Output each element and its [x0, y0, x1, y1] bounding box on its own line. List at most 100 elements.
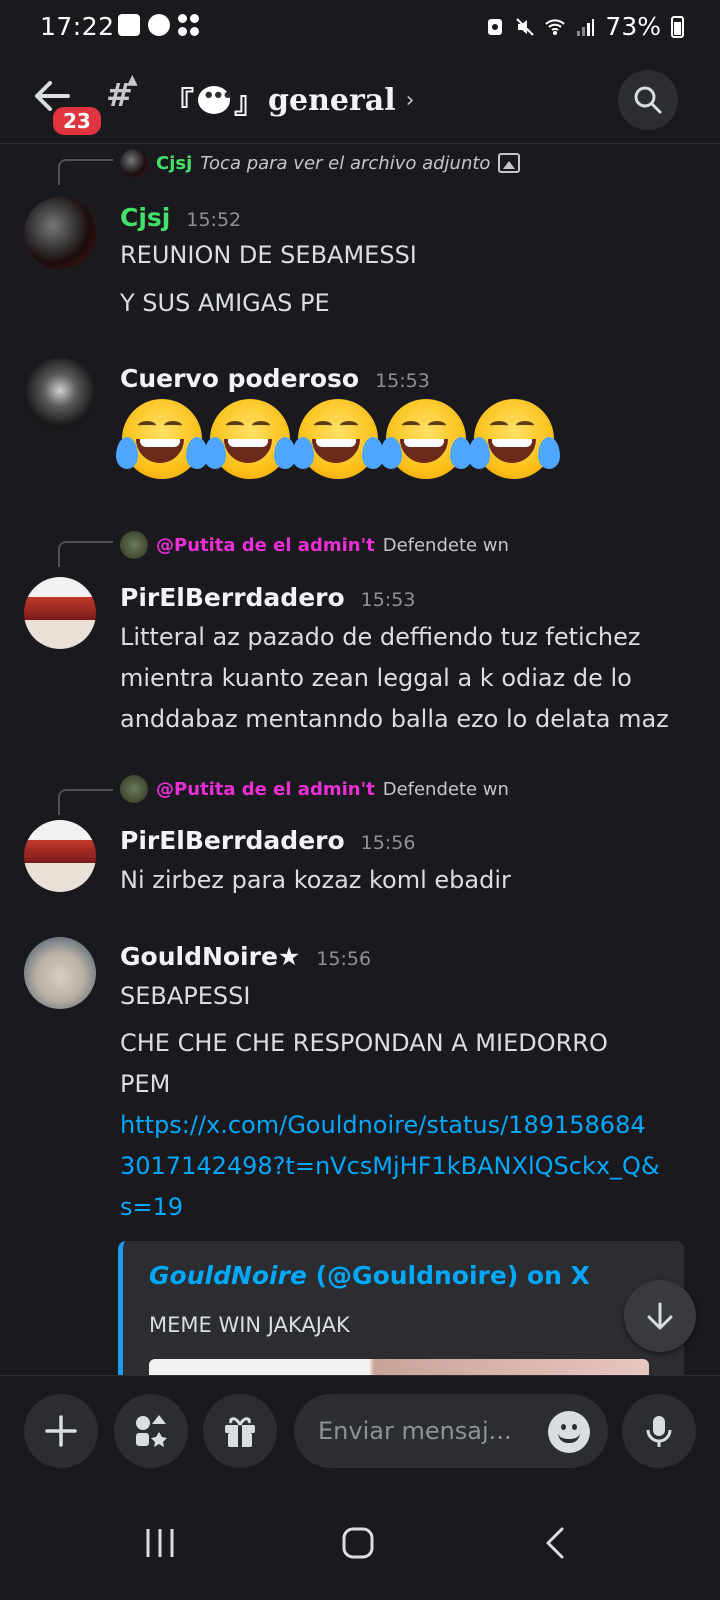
message-header: Cjsj 15:52 — [120, 203, 241, 232]
status-system-icons: 73% — [485, 12, 684, 41]
avatar[interactable] — [24, 197, 96, 269]
face-with-tears-of-joy-icon — [380, 395, 472, 483]
message-text: PEM — [120, 1070, 171, 1098]
channel-hash-icon: #▲ — [106, 72, 138, 114]
message-text: REUNION DE SEBAMESSI — [120, 241, 417, 269]
speech-bubble-icon — [198, 85, 232, 114]
wifi-icon — [545, 18, 566, 35]
status-notification-icons — [118, 14, 200, 36]
message-header: Cuervo poderoso 15:53 — [120, 364, 430, 393]
emoji-picker-icon[interactable] — [548, 1411, 590, 1453]
avatar[interactable] — [24, 358, 96, 430]
image-icon — [498, 153, 521, 173]
arrow-down-icon — [647, 1302, 673, 1330]
message-link[interactable]: https://x.com/Gouldnoire/status/18915868… — [120, 1105, 646, 1146]
apps-icon — [178, 14, 200, 36]
reply-preview[interactable]: @Putita de el admin't Defendete wn — [120, 775, 509, 803]
message-text: Ni zirbez para kozaz koml ebadir — [120, 866, 511, 894]
face-with-tears-of-joy-icon — [116, 395, 208, 483]
message-text: SEBAPESSI — [120, 982, 251, 1010]
message-text: CHE CHE CHE RESPONDAN A MIEDORRO — [120, 1029, 608, 1057]
status-time: 17:22 — [40, 12, 115, 41]
face-with-tears-of-joy-icon — [468, 395, 560, 483]
battery-percent: 73% — [605, 12, 661, 41]
reply-avatar — [120, 149, 148, 177]
reply-connector — [58, 159, 113, 185]
search-button[interactable] — [618, 70, 678, 130]
embed-image[interactable] — [149, 1359, 649, 1375]
embed-author-handle: (@Gouldnoire) on X — [306, 1261, 590, 1290]
system-back-icon[interactable] — [536, 1523, 576, 1563]
message-time: 15:56 — [316, 948, 372, 970]
gift-icon — [225, 1417, 255, 1447]
gallery-icon — [118, 14, 140, 36]
face-with-tears-of-joy-icon — [204, 395, 296, 483]
battery-icon — [671, 15, 684, 38]
message-time: 15:56 — [360, 832, 416, 854]
title-right-bracket: 』 — [234, 86, 264, 121]
reply-connector — [58, 541, 113, 567]
recent-apps-icon[interactable] — [140, 1523, 180, 1563]
avatar[interactable] — [24, 820, 96, 892]
message-link[interactable]: 3017142498?t=nVcsMjHF1kBANXlQSckx_Q& — [120, 1146, 660, 1187]
message-time: 15:53 — [360, 589, 416, 611]
message-header: PirElBerrdadero 15:56 — [120, 826, 415, 855]
channel-header: 23 #▲ 『 』 general › — [0, 52, 720, 144]
message-text: mientra kuanto zean leggal a k odiaz de … — [120, 664, 632, 692]
jump-to-bottom-button[interactable] — [624, 1280, 696, 1352]
avatar[interactable] — [24, 937, 96, 1009]
apps-button[interactable] — [114, 1394, 188, 1468]
message-author[interactable]: PirElBerrdadero — [120, 583, 345, 612]
message-input-container — [294, 1394, 608, 1468]
message-time: 15:53 — [375, 370, 430, 392]
message-author[interactable]: PirElBerrdadero — [120, 826, 345, 855]
face-with-tears-of-joy-icon — [292, 395, 384, 483]
home-icon[interactable] — [338, 1523, 378, 1563]
add-attachment-button[interactable] — [24, 1394, 98, 1468]
message-text: Y SUS AMIGAS PE — [120, 289, 330, 317]
message-composer — [0, 1375, 720, 1485]
embed-text: MEME WIN JAKAJAK — [149, 1313, 350, 1337]
reply-text: Defendete wn — [382, 534, 509, 556]
reply-author: Cjsj — [156, 152, 193, 174]
plus-icon — [45, 1415, 77, 1447]
avatar[interactable] — [24, 577, 96, 649]
reply-author: @Putita de el admin't — [156, 534, 375, 556]
status-bar: 17:22 73% — [0, 0, 720, 52]
message-link[interactable]: s=19 — [120, 1187, 183, 1228]
reply-author: @Putita de el admin't — [156, 778, 375, 800]
embed-author-name: GouldNoire — [149, 1261, 307, 1290]
message-author[interactable]: GouldNoire★ — [120, 942, 300, 971]
recycle-icon — [488, 18, 503, 35]
mute-icon — [516, 17, 535, 36]
signal-icon — [577, 18, 595, 36]
chevron-right-icon: › — [405, 87, 415, 113]
reply-text: Toca para ver el archivo adjunto — [200, 152, 491, 174]
link-embed[interactable]: GouldNoire (@Gouldnoire) on X MEME WIN J… — [118, 1241, 684, 1375]
message-header: GouldNoire★ 15:56 — [120, 942, 371, 971]
title-left-bracket: 『 — [164, 86, 194, 121]
message-header: PirElBerrdadero 15:53 — [120, 583, 415, 612]
search-icon — [634, 86, 662, 114]
message-author[interactable]: Cjsj — [120, 203, 170, 232]
message-time: 15:52 — [186, 209, 242, 231]
gift-button[interactable] — [203, 1394, 277, 1468]
reply-avatar — [120, 531, 148, 559]
message-list[interactable]: Cjsj Toca para ver el archivo adjunto Cj… — [0, 145, 720, 1375]
message-text: Litteral az pazado de deffiendo tuz feti… — [120, 623, 641, 651]
microphone-icon — [646, 1416, 672, 1447]
embed-title[interactable]: GouldNoire (@Gouldnoire) on X — [149, 1261, 590, 1290]
reply-avatar — [120, 775, 148, 803]
reply-preview[interactable]: Cjsj Toca para ver el archivo adjunto — [120, 149, 521, 177]
reply-connector — [58, 789, 113, 815]
app-notification-icon — [148, 14, 170, 36]
channel-title[interactable]: 『 』 general › — [164, 78, 414, 122]
reply-text: Defendete wn — [382, 778, 509, 800]
reply-preview[interactable]: @Putita de el admin't Defendete wn — [120, 531, 509, 559]
message-text: anddabaz mentanndo balla ezo lo delata m… — [120, 705, 669, 733]
message-input[interactable] — [318, 1394, 528, 1468]
voice-message-button[interactable] — [622, 1394, 696, 1468]
apps-icon — [136, 1415, 167, 1447]
message-author[interactable]: Cuervo poderoso — [120, 364, 359, 393]
unread-badge: 23 — [50, 104, 104, 138]
